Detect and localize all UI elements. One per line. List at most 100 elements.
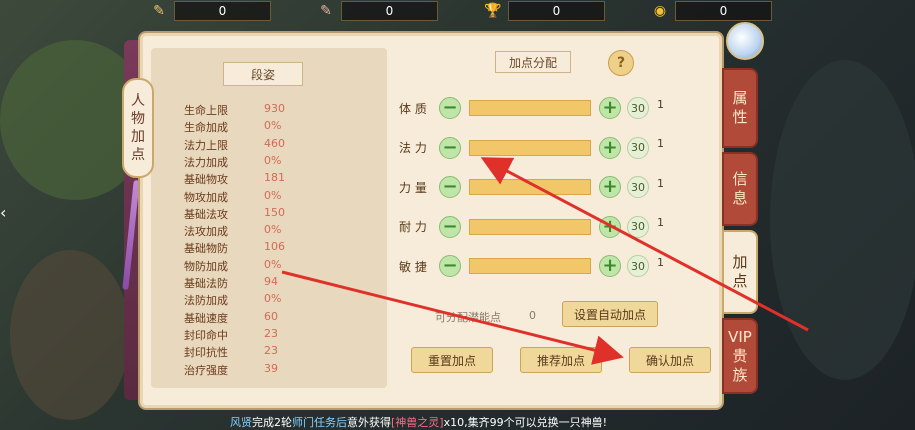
minus-button[interactable]: − (439, 255, 461, 277)
tab-label-char: 点 (732, 272, 748, 290)
attribute-added-count: 1 (657, 255, 664, 269)
stat-value: 181 (264, 171, 285, 185)
plus-button[interactable]: + (599, 255, 621, 277)
stat-row: 法力上限 460 (184, 137, 364, 154)
attribute-row: 体 质 − +30 1 (399, 96, 664, 120)
stat-row: 法攻加成 0% (184, 223, 364, 240)
background-rocks (770, 60, 915, 380)
ticker-text: 完成2轮 (252, 416, 292, 429)
stats-column: 段姿 生命上限 930 生命加成 0% 法力上限 460 法力加成 0% 基础物攻 181 物攻加成… (151, 48, 387, 388)
tab-label-char: 加 (732, 253, 748, 271)
tab-label-char: VIP (728, 327, 752, 346)
stat-name: 法攻加成 (184, 225, 228, 239)
stat-name: 物防加成 (184, 259, 228, 273)
resource-item: ◉ 0 (651, 0, 772, 22)
tab-label-char: 族 (732, 365, 748, 384)
plus-button[interactable]: + (599, 136, 621, 159)
attribute-bar (469, 100, 591, 116)
resource-value: 0 (508, 1, 605, 21)
stat-name: 生命上限 (184, 104, 228, 117)
stat-name: 基础法防 (184, 277, 228, 290)
attribute-bar (469, 139, 591, 156)
plus-button[interactable]: + (599, 215, 621, 238)
attribute-row: 敏 捷 − +30 1 (399, 254, 664, 278)
stat-value: 0% (264, 119, 282, 133)
attribute-row: 耐 力 − +30 1 (399, 215, 664, 239)
ticker-player-name: 风贤 (230, 416, 252, 429)
attribute-label: 体 质 (399, 101, 427, 116)
stat-value: 0% (264, 188, 282, 202)
stat-row: 法防加成 0% (184, 292, 364, 309)
system-message-ticker: 风贤完成2轮师门任务后意外获得[神兽之灵]x10,集齐99个可以兑换一只神兽! (230, 414, 607, 430)
stat-name: 基础法攻 (184, 207, 228, 221)
reset-points-button[interactable]: 重置加点 (411, 347, 493, 373)
stat-row: 封印命中 23 (184, 327, 364, 344)
tab-label-char: 人 (131, 93, 145, 109)
auto-allocate-button[interactable]: 设置自动加点 (562, 301, 658, 327)
stat-row: 基础法防 94 (184, 275, 364, 292)
feather-scroll-icon: ✎ (320, 3, 332, 19)
tab-label-char: 信 (732, 170, 748, 188)
tab-vip[interactable]: VIP 贵族 (722, 318, 758, 394)
stat-row: 物防加成 0% (184, 258, 364, 275)
stat-row: 基础物防 106 (184, 240, 364, 257)
stat-name: 封印抗性 (184, 346, 228, 360)
tab-label-char: 贵 (732, 346, 748, 365)
stat-name: 基础物攻 (184, 173, 228, 187)
tab-add-points[interactable]: 加点 (722, 230, 758, 314)
stat-name: 治疗强度 (184, 363, 228, 377)
attribute-added-count: 1 (657, 216, 664, 229)
close-gem-icon[interactable] (726, 22, 764, 60)
attribute-row: 力 量 − +30 1 (399, 175, 664, 199)
stats-title: 段姿 (223, 62, 303, 86)
confirm-points-button[interactable]: 确认加点 (629, 347, 711, 373)
plus-button[interactable]: + (599, 176, 621, 198)
stat-value: 106 (264, 240, 285, 254)
stat-value: 23 (264, 326, 278, 340)
tab-attributes[interactable]: 属性 (722, 68, 758, 148)
tab-label-char: 息 (732, 189, 748, 207)
ticker-text: 意外获得 (347, 416, 391, 429)
attribute-added-count: 1 (657, 176, 664, 190)
stat-value: 0% (264, 223, 282, 237)
stat-value: 94 (264, 275, 278, 288)
tab-info[interactable]: 信息 (722, 152, 758, 226)
plus-button[interactable]: + (599, 97, 621, 119)
stat-value: 0% (264, 292, 282, 306)
scroll-icon: ✎ (153, 3, 165, 19)
attribute-value-badge: 30 (627, 176, 649, 198)
stat-name: 法防加成 (184, 294, 228, 308)
potential-points-value: 0 (529, 309, 536, 322)
attribute-value-badge: 30 (627, 97, 649, 119)
resource-value: 0 (174, 1, 271, 21)
stat-value: 23 (264, 344, 278, 358)
help-button[interactable]: ? (608, 50, 634, 76)
attribute-value-badge: 30 (627, 255, 649, 277)
resource-item: ✎ 0 (150, 0, 271, 22)
stat-value: 60 (264, 309, 278, 323)
stat-name: 封印命中 (184, 328, 228, 342)
chevron-left-icon[interactable]: ‹ (0, 200, 18, 224)
ticker-item: [神兽之灵] (391, 416, 444, 429)
resource-value: 0 (675, 1, 772, 21)
attribute-label: 耐 力 (399, 220, 427, 234)
stat-value: 39 (264, 361, 278, 375)
minus-button[interactable]: − (439, 215, 461, 238)
recommend-points-button[interactable]: 推荐加点 (520, 347, 602, 373)
tab-character-points[interactable]: 人物加点 (122, 78, 154, 178)
tab-label-char: 物 (131, 111, 145, 127)
stat-name: 物攻加成 (184, 190, 228, 204)
tab-label-char: 性 (732, 108, 748, 126)
stat-name: 基础物防 (184, 242, 228, 256)
attribute-bar (469, 218, 591, 235)
resource-item: 🏆 0 (484, 0, 605, 22)
minus-button[interactable]: − (439, 97, 461, 119)
minus-button[interactable]: − (439, 136, 461, 159)
attribute-value-badge: 30 (627, 215, 649, 238)
stat-name: 基础速度 (184, 311, 228, 325)
stat-row: 法力加成 0% (184, 154, 364, 171)
resource-bar: ✎ 0 ✎ 0 🏆 0 ◉ 0 (150, 0, 772, 22)
minus-button[interactable]: − (439, 176, 461, 198)
stat-row: 生命上限 930 (184, 102, 364, 119)
stat-name: 法力加成 (184, 155, 228, 169)
